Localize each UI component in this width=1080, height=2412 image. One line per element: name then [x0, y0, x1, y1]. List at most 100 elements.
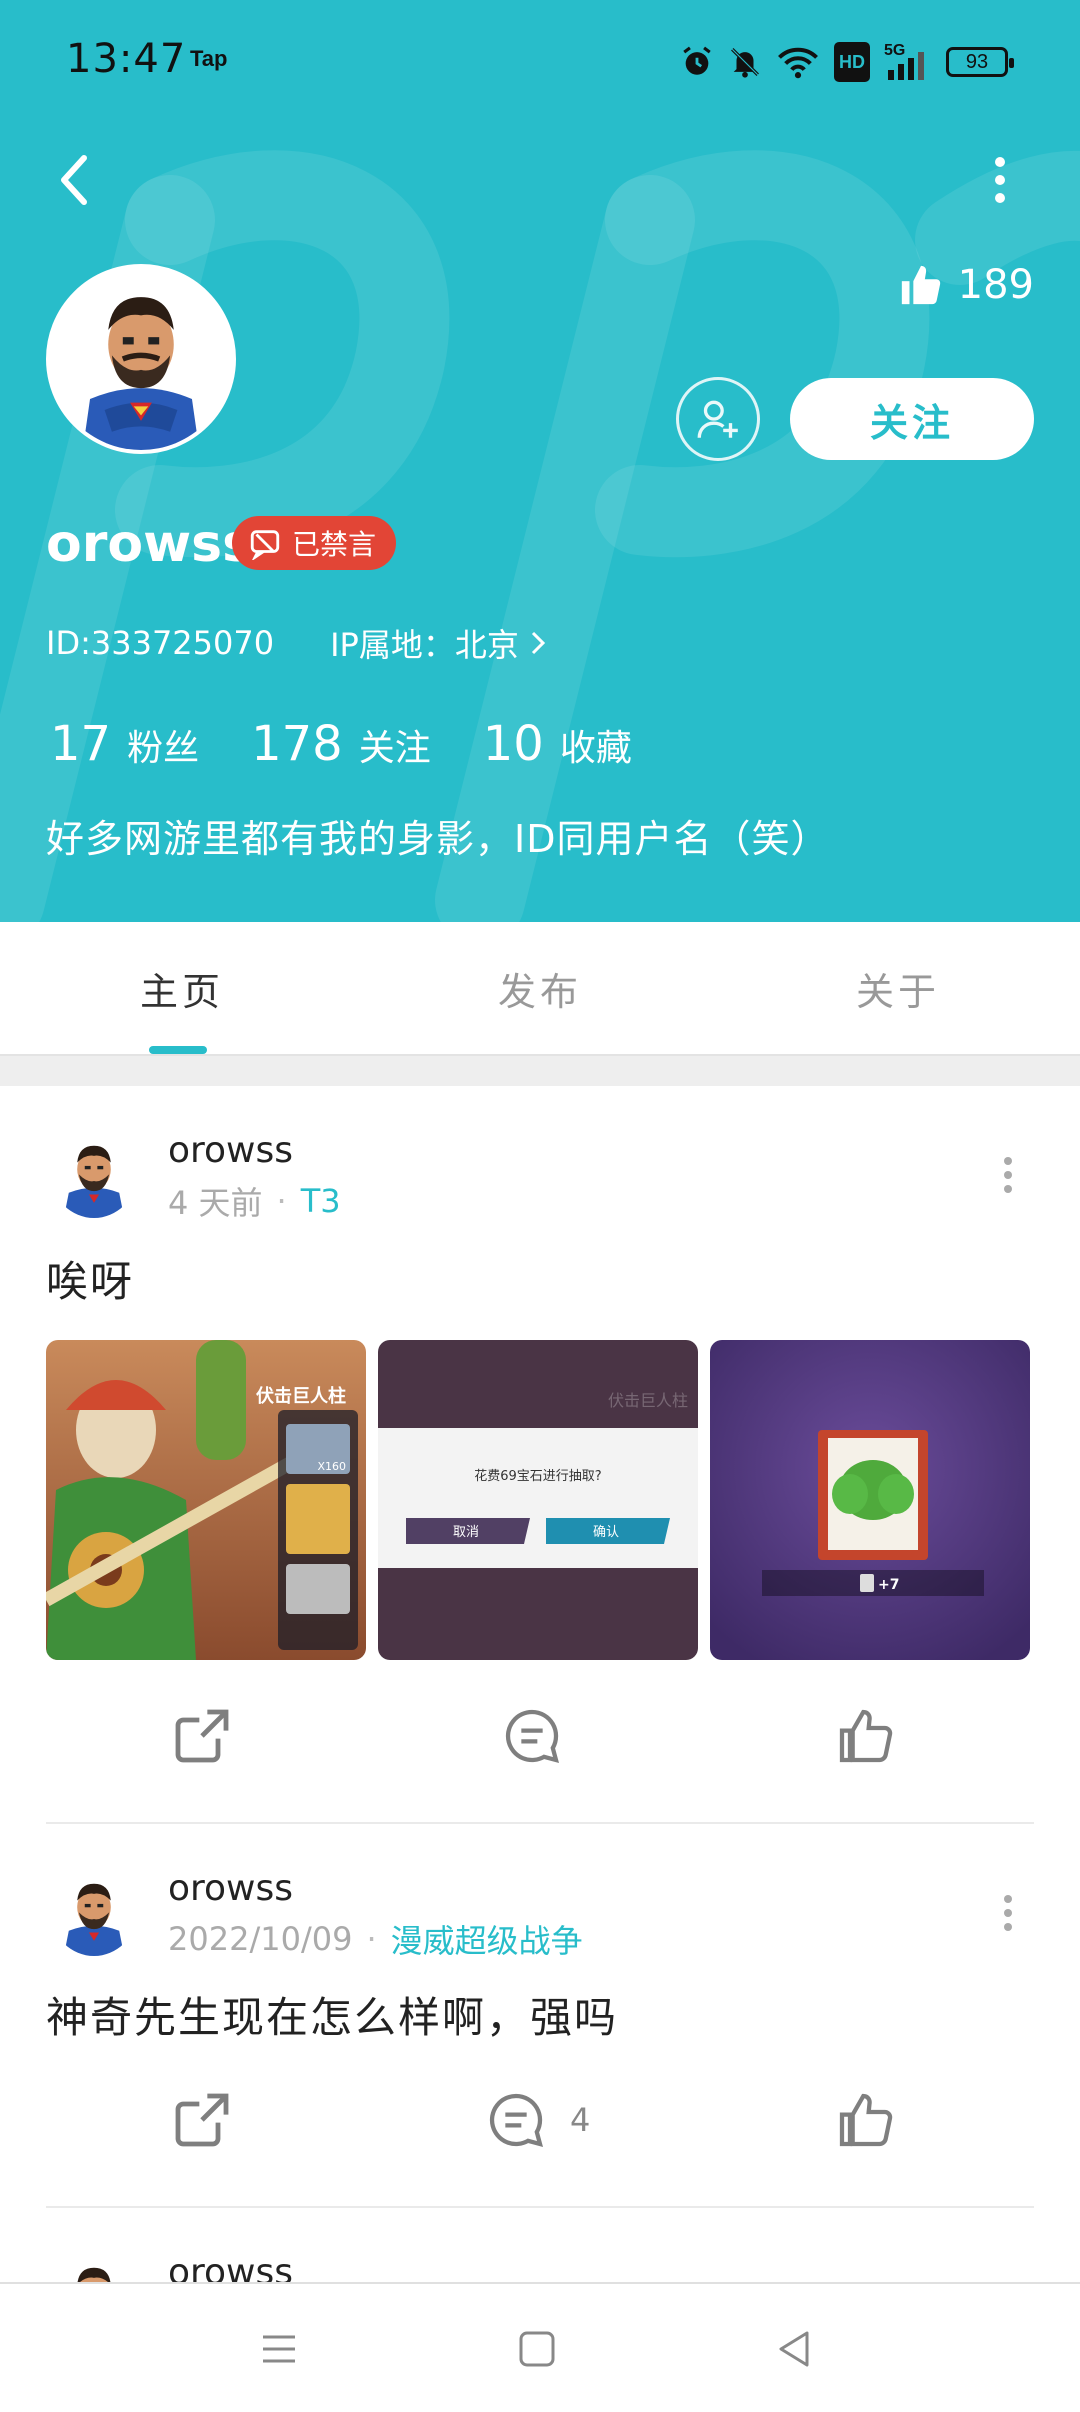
alarm-icon	[680, 42, 714, 82]
like-button[interactable]	[834, 2088, 898, 2152]
signal-icon: 5G	[884, 42, 932, 82]
avatar-superhero-image	[63, 1883, 125, 1956]
post-meta: 4 天前 · T3	[168, 1178, 341, 1224]
reward-count: +7	[878, 1577, 899, 1593]
stat-following[interactable]: 178 关注	[251, 716, 431, 772]
home-square-icon	[519, 2331, 555, 2367]
post-author-avatar[interactable]	[52, 2256, 136, 2282]
post-author-name[interactable]: orowss	[168, 1130, 293, 1171]
game-dialog-screenshot: 伏击巨人柱 花费69宝石进行抽取? 取消 确认	[378, 1340, 698, 1660]
game-screenshot-mariachi: 伏击巨人柱 X160	[46, 1340, 366, 1660]
ip-location-link[interactable]: IP属地：北京	[330, 620, 547, 666]
tap-watermark	[0, 150, 1080, 922]
profile-tabs: 主页 发布 关于	[0, 922, 1080, 1054]
profile-header: 13:47 Tap HD 5G 93 189 关注 orowss 已禁言 ID:…	[0, 0, 1080, 922]
stat-followers[interactable]: 17 粉丝	[50, 716, 199, 772]
like-icon	[839, 1709, 893, 1763]
stat-label: 粉丝	[127, 728, 200, 769]
post-image-2[interactable]: 伏击巨人柱 花费69宝石进行抽取? 取消 确认	[378, 1340, 698, 1660]
tab-home[interactable]: 主页	[0, 922, 407, 1054]
more-vertical-icon	[1004, 1157, 1012, 1193]
thumbs-up-icon	[901, 265, 940, 305]
battery-indicator: 93	[946, 47, 1014, 77]
comment-icon	[505, 1709, 560, 1764]
profile-avatar[interactable]	[46, 264, 236, 454]
stat-favorites[interactable]: 10 收藏	[483, 716, 632, 772]
section-divider	[0, 1054, 1080, 1086]
profile-stats: 17 粉丝 178 关注 10 收藏	[50, 716, 632, 772]
system-navigation-bar	[0, 2282, 1080, 2412]
tab-about[interactable]: 关于	[673, 922, 1080, 1054]
muted-status-badge: 已禁言	[232, 516, 397, 570]
post-meta: 2022/10/09 · 漫威超级战争	[168, 1916, 583, 1962]
ip-location-label: IP属地：北京	[330, 626, 519, 664]
stat-number: 17	[50, 716, 112, 772]
muted-status-label: 已禁言	[292, 528, 377, 561]
post-author-name[interactable]: orowss	[168, 2252, 293, 2282]
post-actions: 4	[0, 2088, 1080, 2168]
image-caption: 伏击巨人柱	[256, 1385, 346, 1407]
post-divider	[46, 2206, 1034, 2208]
feed-post: orowss 4 天前 · T3 唉呀 伏击巨人柱 X160 伏击巨人柱 花费6…	[0, 1086, 1080, 1826]
post-author-avatar[interactable]	[52, 1872, 136, 1956]
status-icons: HD 5G 93	[680, 40, 1014, 84]
post-more-button[interactable]	[996, 1150, 1020, 1200]
profile-bio: 好多网游里都有我的身影，ID同用户名（笑）	[46, 817, 830, 861]
post-author-avatar[interactable]	[52, 1134, 136, 1218]
game-reward-screenshot: +7	[710, 1340, 1030, 1660]
more-vertical-icon	[995, 157, 1005, 203]
home-button[interactable]	[502, 2314, 572, 2384]
post-image-3[interactable]: +7	[710, 1340, 1030, 1660]
stat-number: 178	[251, 716, 343, 772]
share-button[interactable]	[170, 2088, 234, 2152]
share-icon	[175, 2093, 229, 2147]
post-image-1[interactable]: 伏击巨人柱 X160	[46, 1340, 366, 1660]
post-actions	[0, 1704, 1080, 1784]
image-count: X160	[317, 1460, 346, 1473]
muted-chat-icon	[250, 530, 280, 560]
feed-post: orowss	[0, 2210, 1080, 2282]
status-app-tag: Tap	[190, 46, 228, 71]
profile-username: orowss	[46, 514, 254, 574]
chevron-right-icon	[531, 631, 545, 655]
comment-icon	[489, 2093, 544, 2148]
dialog-confirm-text: 确认	[593, 1525, 619, 1540]
stat-number: 10	[482, 716, 544, 772]
like-button[interactable]	[834, 1704, 898, 1768]
tab-posts[interactable]: 发布	[407, 922, 674, 1054]
mute-bell-icon	[728, 42, 762, 82]
share-button[interactable]	[170, 1704, 234, 1768]
stat-label: 收藏	[559, 728, 632, 769]
hd-badge: HD	[834, 42, 870, 82]
post-author-name[interactable]: orowss	[168, 1868, 293, 1909]
more-options-button[interactable]	[980, 150, 1020, 210]
post-text: 唉呀	[46, 1257, 135, 1306]
back-icon	[61, 155, 87, 205]
comment-button[interactable]: 4	[484, 2088, 590, 2152]
likes-count: 189	[957, 262, 1034, 308]
post-more-button[interactable]	[996, 1888, 1020, 1938]
back-button[interactable]	[44, 150, 104, 210]
back-triangle-icon	[779, 2331, 809, 2367]
likes-counter: 189	[898, 262, 1034, 308]
add-friend-button[interactable]	[676, 377, 760, 461]
avatar-superhero-image	[63, 1145, 125, 1218]
post-game-tag[interactable]: 漫威超级战争	[391, 1916, 583, 1962]
status-bar: 13:47 Tap HD 5G 93	[0, 0, 1080, 120]
avatar-superhero-image	[50, 268, 232, 450]
network-label: 5G	[884, 42, 906, 59]
id-line: ID:333725070 IP属地：北京	[46, 620, 547, 666]
back-nav-button[interactable]	[760, 2314, 830, 2384]
comment-button[interactable]	[500, 1704, 586, 1768]
dialog-question: 花费69宝石进行抽取?	[474, 1468, 601, 1484]
follow-button[interactable]: 关注	[790, 378, 1034, 460]
post-image-grid: 伏击巨人柱 X160 伏击巨人柱 花费69宝石进行抽取? 取消 确认 +7	[46, 1340, 1030, 1660]
status-time: 13:47	[66, 36, 187, 82]
like-icon	[839, 2093, 893, 2147]
share-icon	[175, 1709, 229, 1763]
post-game-tag[interactable]: T3	[301, 1182, 341, 1220]
stat-label: 关注	[358, 728, 431, 769]
recent-apps-button[interactable]	[244, 2314, 314, 2384]
comment-count: 4	[570, 2101, 591, 2139]
post-time: 2022/10/09	[168, 1920, 353, 1958]
